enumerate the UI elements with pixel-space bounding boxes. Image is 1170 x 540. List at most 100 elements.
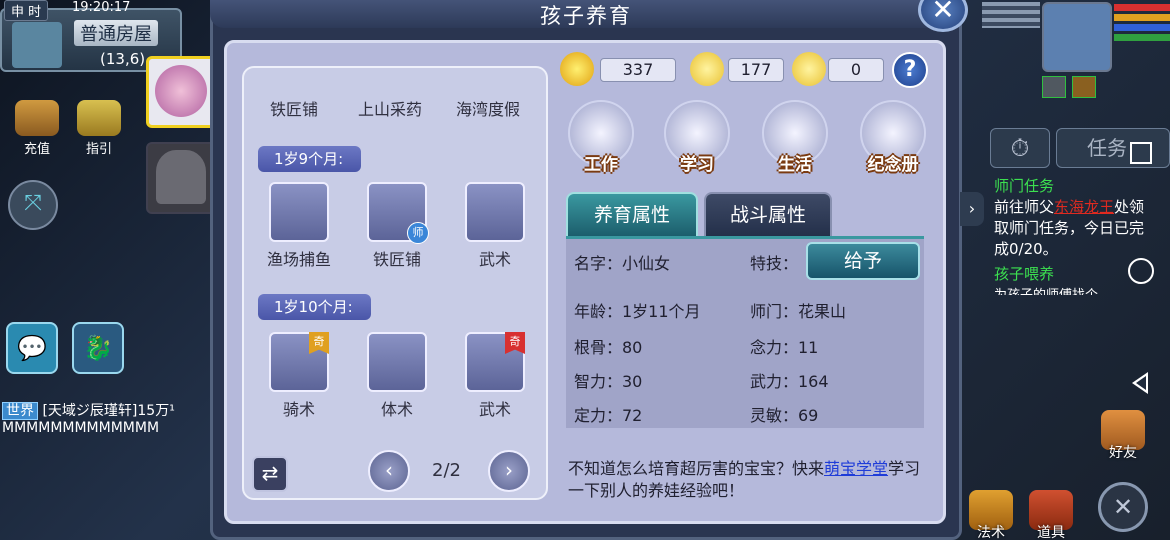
action-label: 生活 (778, 155, 812, 175)
child-slot-2[interactable] (146, 142, 216, 214)
attr-force: 武力：164 (750, 372, 829, 391)
action-label: 纪念册 (867, 155, 919, 175)
treasure-chest-icon (15, 100, 59, 136)
expand-map-button[interactable]: ⤧ (8, 180, 58, 230)
attr-age: 年龄：1岁11个月 (574, 302, 701, 321)
rare-badge: 奇 (505, 332, 525, 354)
brush-icon: 奇 (269, 332, 329, 392)
skill-name: 武术 (478, 250, 511, 269)
tab-combat-attributes[interactable]: 战斗属性 (704, 192, 832, 236)
items-button[interactable]: 道具 (1022, 490, 1080, 540)
back-button[interactable] (1132, 372, 1148, 394)
chat-message[interactable]: 世界 [天域ジ辰瑾轩]15万¹ (2, 400, 212, 420)
skill-name: 骑术 (282, 400, 315, 419)
prev-page-button[interactable]: ‹ (368, 450, 410, 492)
close-icon: ✕ (931, 0, 955, 26)
currency-value-2: 0 (828, 58, 884, 82)
collapse-quest-button[interactable]: › (960, 192, 984, 226)
attr-wisdom: 智力：30 (574, 372, 643, 391)
brush-icon (465, 182, 525, 242)
tip-pre: 不知道怎么培育超厉害的宝宝？快来 (568, 459, 825, 478)
tired-face-icon (792, 52, 826, 86)
attr-root: 根骨：80 (574, 338, 643, 357)
attr-master: 师门：花果山 (750, 302, 847, 321)
attr-skill: 特技： (750, 254, 799, 273)
items-label: 道具 (1037, 525, 1065, 540)
home-button[interactable] (1128, 258, 1154, 284)
location-name: 普通房屋 (74, 20, 158, 46)
schedule-card (242, 66, 548, 500)
chest-icon[interactable] (1072, 76, 1096, 98)
quest-title-1: 师门任务 (994, 177, 1055, 195)
player-status-bars (1114, 4, 1170, 44)
skill-item[interactable]: 师 铁匠铺 (364, 182, 430, 270)
chat-text-2: MMMMMMMMMMMMM (2, 420, 160, 436)
recharge-button[interactable]: 充值 (12, 100, 62, 157)
pet-icon: 🐉 (83, 334, 113, 362)
top-tab-1[interactable]: 上山采药 (358, 96, 422, 120)
give-button[interactable]: 给予 (806, 242, 920, 280)
master-badge: 师 (407, 222, 429, 244)
age-group-label-0: 1岁9个月: (258, 146, 362, 172)
chat-button[interactable]: 💬 (6, 322, 58, 374)
friends-button[interactable]: 好友 (1094, 410, 1152, 462)
player-avatar[interactable] (1042, 2, 1112, 72)
stopwatch-icon: ⏱ (1010, 134, 1030, 162)
school-link[interactable]: 萌宝学堂 (824, 459, 888, 478)
quest-desc-2: 为孩子的师傅找个... (994, 285, 1154, 295)
work-action-button[interactable]: 工作 (564, 100, 638, 176)
quest-tab[interactable]: 任务 (1056, 128, 1170, 168)
coin-icon (560, 52, 594, 86)
location-coords: (13,6) (100, 50, 146, 68)
skill-item[interactable]: 渔场捕鱼 (266, 182, 332, 270)
tab-nurture-attributes[interactable]: 养育属性 (566, 192, 698, 236)
guide-label: 指引 (85, 142, 112, 157)
skill-name: 渔场捕鱼 (266, 250, 331, 269)
top-tab-2[interactable]: 海湾度假 (456, 96, 520, 120)
swap-button[interactable]: ⇄ (252, 456, 288, 492)
quest-desc-1: 前往师父东海龙王处领取师门任务，今日已完成0/20。 (994, 198, 1145, 258)
spells-button[interactable]: 法术 (962, 490, 1020, 540)
study-action-button[interactable]: 学习 (660, 100, 734, 176)
action-label: 学习 (680, 155, 714, 175)
age-group-label-1: 1岁10个月: (258, 294, 371, 320)
skill-item[interactable]: 奇 骑术 (266, 332, 332, 420)
chat-message-2: MMMMMMMMMMMMM (2, 420, 212, 436)
skill-name: 体术 (380, 400, 413, 419)
timer-button[interactable]: ⏱ (990, 128, 1050, 168)
house-icon (12, 22, 62, 68)
pet-button[interactable]: 🐉 (72, 322, 124, 374)
npc-link[interactable]: 东海龙王 (1054, 198, 1114, 216)
next-page-button[interactable]: › (488, 450, 530, 492)
recharge-label: 充值 (23, 142, 50, 157)
skill-item[interactable]: 武术 (462, 182, 528, 270)
chevron-right-icon: › (505, 458, 513, 482)
skill-name: 武术 (478, 400, 511, 419)
close-menu-button[interactable]: ✕ (1098, 482, 1148, 532)
mood-face-icon (690, 52, 724, 86)
skill-item[interactable]: 体术 (364, 332, 430, 420)
chevron-left-icon: ‹ (385, 458, 393, 482)
close-icon: ✕ (1112, 493, 1134, 521)
page-indicator: 2/2 (432, 460, 461, 481)
chat-text: [天域ジ辰瑾轩]15万¹ (42, 403, 175, 419)
album-action-button[interactable]: 纪念册 (856, 100, 930, 176)
gem-icon[interactable] (1042, 76, 1066, 98)
brush-icon (367, 332, 427, 392)
question-sign-icon (77, 100, 121, 136)
guide-button[interactable]: 指引 (74, 100, 124, 157)
hammer-icon (269, 182, 329, 242)
friends-label: 好友 (1109, 445, 1137, 461)
child-slot-1[interactable] (146, 56, 216, 128)
action-label: 工作 (584, 155, 618, 175)
chevron-right-icon: › (968, 199, 976, 218)
clock: 19:20:17 (72, 0, 131, 15)
top-tab-0[interactable]: 铁匠铺 (270, 96, 318, 120)
swap-icon: ⇄ (261, 461, 279, 485)
hammer-icon: 师 (367, 182, 429, 244)
skill-item[interactable]: 奇 武术 (462, 332, 528, 420)
recent-apps-button[interactable] (1130, 142, 1152, 164)
life-action-button[interactable]: 生活 (758, 100, 832, 176)
help-button[interactable]: ? (892, 52, 928, 88)
attr-calm: 定力：72 (574, 406, 643, 425)
